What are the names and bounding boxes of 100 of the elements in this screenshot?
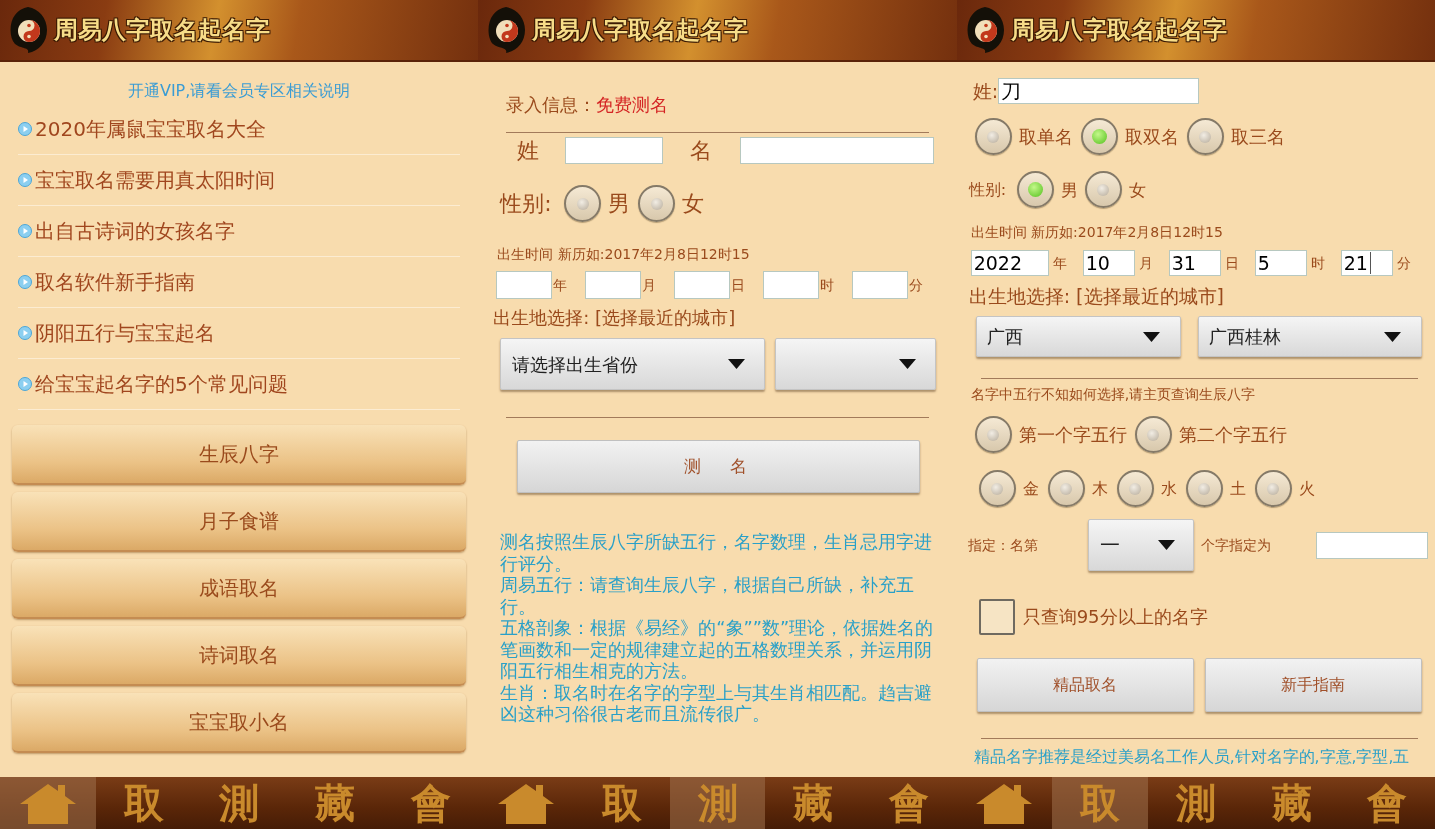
bullet-icon bbox=[18, 122, 32, 136]
radio-button[interactable] bbox=[1254, 470, 1292, 507]
bullet-icon bbox=[18, 326, 32, 340]
nav-tab[interactable]: 會 bbox=[382, 777, 479, 829]
text-input-field[interactable] bbox=[496, 271, 553, 299]
nav-tab[interactable]: 藏 bbox=[1243, 777, 1340, 829]
text-input-field[interactable] bbox=[674, 271, 731, 299]
text-input-field[interactable]: 21 bbox=[1340, 250, 1393, 276]
text-input-field[interactable] bbox=[565, 137, 664, 164]
designate-label: 个字指定为 bbox=[1200, 536, 1272, 554]
radio-button[interactable] bbox=[1116, 470, 1154, 507]
unit-label: 年 bbox=[1052, 254, 1068, 272]
text-input-field[interactable] bbox=[1315, 531, 1428, 559]
text-input-field[interactable]: 2022 bbox=[970, 250, 1049, 276]
option-label: 金 bbox=[1022, 477, 1039, 500]
nav-tab[interactable]: 藏 bbox=[287, 777, 383, 829]
article-link[interactable]: 出自古诗词的女孩名字 bbox=[35, 218, 235, 244]
unit-label: 日 bbox=[731, 276, 747, 294]
description-paragraph: 周易五行：请查询生辰八字，根据自己所缺，补充五行。 bbox=[500, 574, 916, 617]
radio-button[interactable] bbox=[974, 416, 1012, 453]
nav-tab[interactable] bbox=[0, 777, 96, 829]
dropdown-select[interactable]: 一 bbox=[1087, 519, 1194, 571]
radio-button[interactable] bbox=[1080, 118, 1118, 155]
designate-label: 指定：名第 bbox=[967, 536, 1039, 554]
birth-time-hint: 出生时间 新历如:2017年2月8日12时15 bbox=[970, 223, 1223, 241]
action-button[interactable]: 精品取名 bbox=[976, 658, 1194, 712]
option-label: 第一个字五行 bbox=[1018, 422, 1127, 447]
unit-label: 日 bbox=[1224, 254, 1240, 272]
unit-label: 年 bbox=[553, 276, 569, 294]
yin-yang-icon bbox=[486, 6, 527, 54]
radio-button[interactable] bbox=[1047, 470, 1085, 507]
unit-label: 月 bbox=[1138, 254, 1154, 272]
app-title: 周易八字取名起名字 bbox=[1010, 15, 1227, 45]
nav-tab[interactable]: 測 bbox=[1148, 777, 1244, 829]
nav-tab[interactable]: 取 bbox=[574, 777, 670, 829]
option-label: 取单名 bbox=[1018, 124, 1073, 149]
bullet-icon bbox=[18, 173, 32, 187]
app-title: 周易八字取名起名字 bbox=[532, 15, 749, 45]
description-paragraph: 生肖：取名时在名字的字型上与其生肖相匹配。趋吉避凶这种习俗很古老而且流传很广。 bbox=[500, 681, 934, 725]
unit-label: 时 bbox=[1310, 254, 1326, 272]
caret-down-icon bbox=[728, 359, 746, 369]
radio-button[interactable] bbox=[564, 185, 602, 222]
checkbox[interactable] bbox=[978, 599, 1015, 635]
nav-tab[interactable]: 會 bbox=[1339, 777, 1435, 829]
birth-time-hint: 出生时间 新历如:2017年2月8日12时15 bbox=[497, 245, 750, 263]
menu-button[interactable]: 生辰八字 bbox=[12, 425, 467, 485]
checkbox-label: 只查询95分以上的名字 bbox=[1022, 605, 1208, 629]
text-input-field[interactable] bbox=[585, 271, 642, 299]
footnote-text: 精品名字推荐是经过美易名工作人员,针对名字的,字意,字型,五 bbox=[973, 747, 1410, 767]
text-input-field[interactable]: 5 bbox=[1254, 250, 1307, 276]
radio-button[interactable] bbox=[974, 118, 1012, 155]
option-label: 火 bbox=[1298, 477, 1315, 500]
menu-button[interactable]: 月子食谱 bbox=[12, 492, 467, 552]
option-label: 女 bbox=[682, 189, 705, 218]
radio-button[interactable] bbox=[1084, 171, 1122, 208]
article-link[interactable]: 取名软件新手指南 bbox=[35, 269, 195, 295]
field-label: 性别: bbox=[968, 178, 1008, 201]
nav-tab[interactable]: 會 bbox=[861, 777, 957, 829]
text-input-field[interactable]: 31 bbox=[1168, 250, 1221, 276]
option-label: 木 bbox=[1091, 477, 1108, 500]
option-label: 男 bbox=[608, 189, 631, 218]
radio-button[interactable] bbox=[1134, 416, 1172, 453]
section-label: 录入信息： bbox=[506, 93, 597, 117]
action-button[interactable]: 新手指南 bbox=[1204, 658, 1422, 712]
dropdown-select[interactable]: 请选择出生省份 bbox=[500, 338, 766, 390]
field-label: 姓 bbox=[517, 137, 541, 164]
menu-button[interactable]: 诗词取名 bbox=[12, 626, 467, 686]
text-input-field[interactable] bbox=[852, 271, 909, 299]
radio-button[interactable] bbox=[638, 185, 676, 222]
article-link[interactable]: 给宝宝起名字的5个常见问题 bbox=[35, 371, 288, 397]
radio-button[interactable] bbox=[1016, 171, 1054, 208]
radio-button[interactable] bbox=[1186, 118, 1224, 155]
text-input-field[interactable] bbox=[740, 137, 935, 164]
option-label: 男 bbox=[1060, 178, 1078, 201]
app-title: 周易八字取名起名字 bbox=[54, 15, 270, 45]
test-name-button[interactable]: 测 名 bbox=[517, 440, 921, 493]
bullet-icon bbox=[18, 275, 32, 289]
menu-button[interactable]: 宝宝取小名 bbox=[12, 693, 467, 753]
text-input-field[interactable]: 刀 bbox=[998, 78, 1200, 104]
unit-label: 分 bbox=[909, 276, 925, 294]
dropdown-select[interactable]: 广西桂林 bbox=[1197, 316, 1422, 357]
nav-tab[interactable]: 取 bbox=[95, 777, 192, 829]
element-hint: 名字中五行不知如何选择,请主页查询生辰八字 bbox=[970, 385, 1256, 403]
field-label: 性别: bbox=[500, 189, 553, 218]
dropdown-select[interactable]: 广西 bbox=[975, 316, 1181, 357]
article-link[interactable]: 宝宝取名需要用真太阳时间 bbox=[35, 167, 275, 193]
option-label: 水 bbox=[1160, 477, 1177, 500]
menu-button[interactable]: 成语取名 bbox=[12, 559, 467, 619]
radio-button[interactable] bbox=[978, 470, 1016, 507]
nav-tab[interactable]: 藏 bbox=[765, 777, 861, 829]
article-link[interactable]: 阴阳五行与宝宝起名 bbox=[35, 320, 215, 346]
article-link[interactable]: 2020年属鼠宝宝取名大全 bbox=[35, 116, 266, 142]
vip-notice-link[interactable]: 开通VIP,请看会员专区相关说明 bbox=[127, 81, 351, 101]
unit-label: 分 bbox=[1396, 254, 1412, 272]
bullet-icon bbox=[18, 377, 32, 391]
birthplace-label: 出生地选择: [选择最近的城市] bbox=[493, 307, 736, 329]
text-input-field[interactable] bbox=[763, 271, 820, 299]
radio-button[interactable] bbox=[1185, 470, 1223, 507]
nav-tab[interactable]: 測 bbox=[191, 777, 287, 829]
text-input-field[interactable]: 10 bbox=[1082, 250, 1135, 276]
